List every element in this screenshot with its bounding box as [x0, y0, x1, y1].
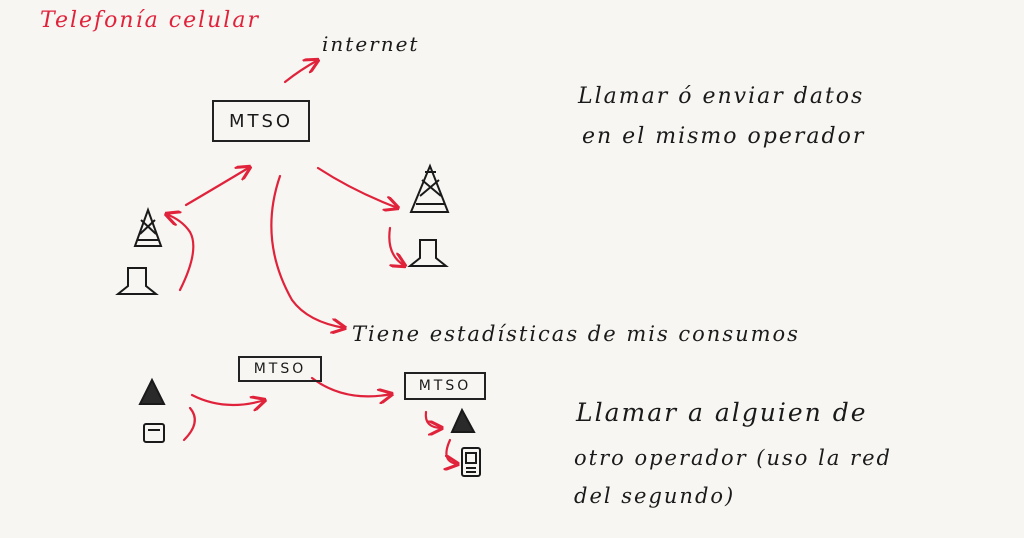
stats-note: Tiene estadísticas de mis consumos [352, 322, 800, 346]
diagram-canvas: Telefonía celular internet MTSO Llamar ó… [0, 0, 1024, 538]
note-other-operator-line-2: otro operador (uso la red [574, 446, 892, 470]
arrow-mtso-left-to-right [310, 376, 392, 396]
arrow-bottom-phone-to-tower [182, 406, 196, 442]
arrow-mtso-to-stats [270, 174, 345, 328]
cell-tower-icon [450, 407, 476, 433]
arrow-tower-to-mtso [184, 167, 250, 207]
mtso-left-box: MTSO [238, 356, 322, 382]
cell-tower-icon [138, 377, 166, 405]
arrow-mtso-to-internet [283, 60, 318, 84]
arrow-phone-to-tower [166, 214, 195, 292]
note-other-operator-line-3: del segundo) [574, 484, 736, 508]
cell-tower-icon [409, 163, 450, 213]
phone-icon [115, 267, 159, 295]
note-other-operator-line-1: Llamar a alguien de [576, 398, 868, 427]
mtso-right-box: MTSO [404, 372, 486, 400]
note-same-operator-line-1: Llamar ó enviar datos [578, 84, 865, 109]
internet-label: internet [322, 32, 420, 56]
arrow-mtso-to-right-tower [316, 166, 398, 208]
note-same-operator-line-2: en el mismo operador [582, 124, 866, 149]
arrow-bottom-tower-to-mtso [190, 393, 265, 405]
arrow-right-tower-to-phone [388, 226, 405, 266]
cell-tower-icon [133, 207, 163, 247]
arrow-right-mtso-to-tower [424, 410, 442, 428]
mtso-top-box: MTSO [212, 100, 310, 142]
phone-icon [143, 423, 165, 443]
diagram-title: Telefonía celular [40, 8, 260, 33]
mobile-phone-icon [461, 447, 481, 477]
phone-icon [407, 239, 449, 267]
arrow-right-tower-to-mobile [446, 438, 458, 464]
